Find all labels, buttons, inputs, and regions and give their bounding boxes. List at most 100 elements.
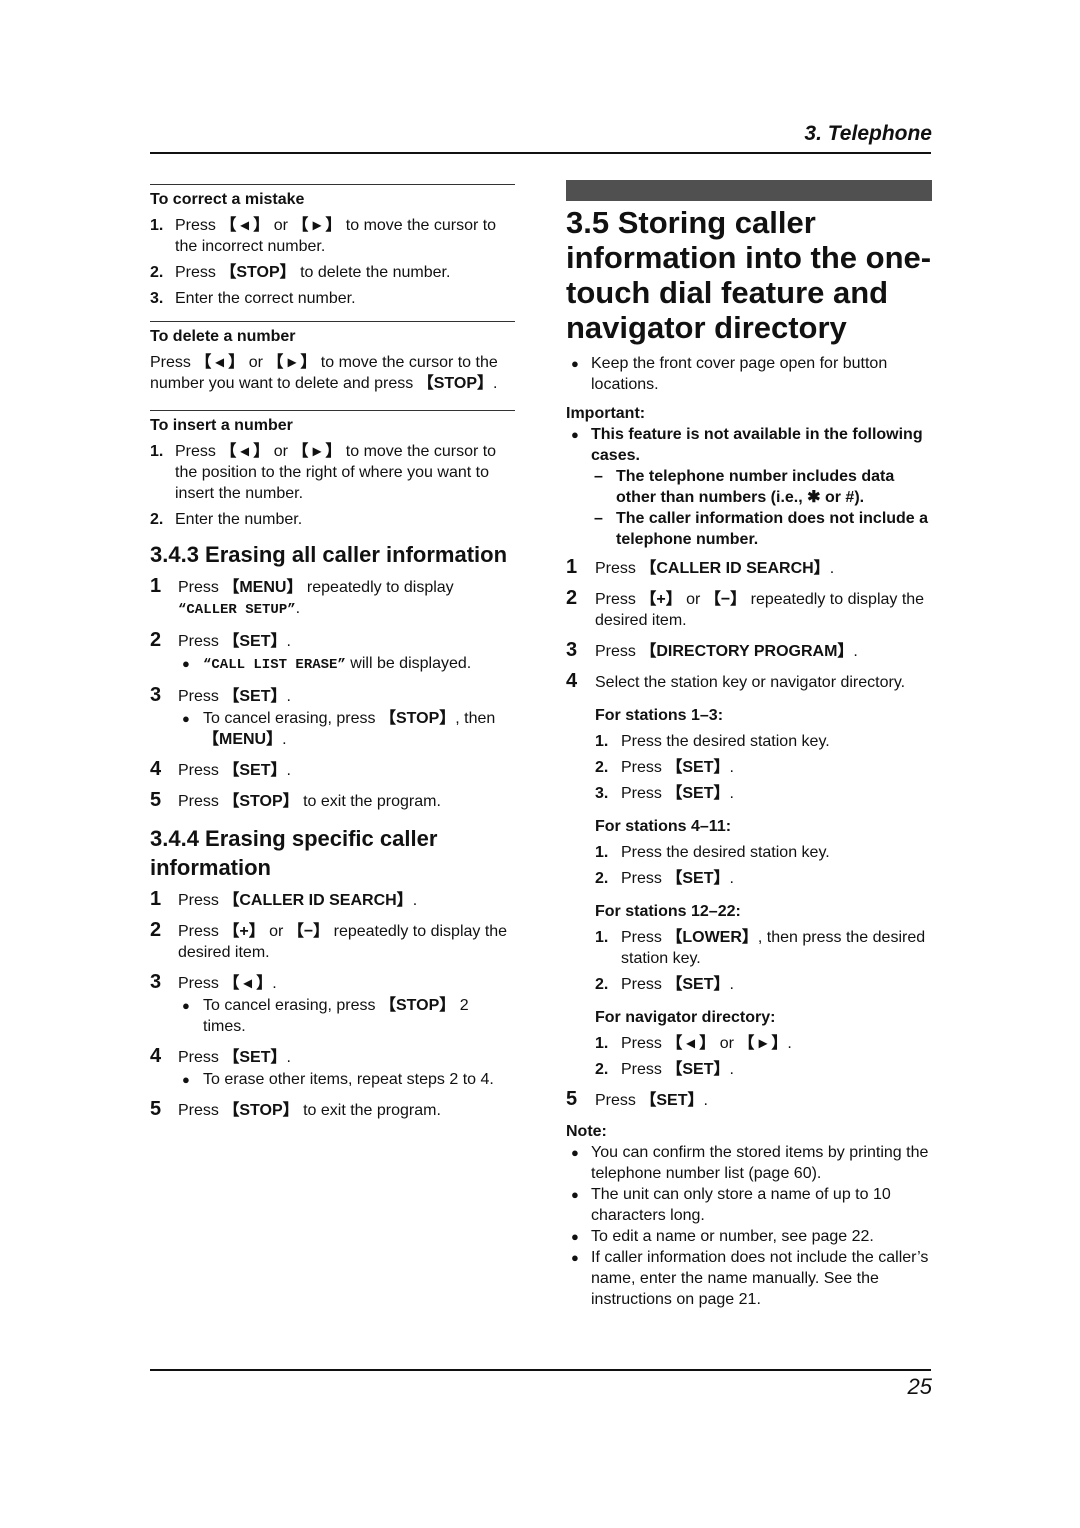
stop-key: 【STOP】 (223, 1102, 299, 1119)
left-arrow-key: 【 ◂ 】 (666, 1035, 716, 1052)
set-key: 【SET】 (666, 870, 730, 887)
stop-key: 【STOP】 (223, 793, 299, 810)
stop-key: 【STOP】 (379, 710, 456, 727)
section-bar (566, 180, 932, 201)
plus-key: 【+】 (223, 923, 265, 940)
step: 2 Press 【SET】. ● “CALL LIST ERASE” will be… (150, 630, 515, 676)
step: 4 Select the station key or navigator dir… (566, 671, 932, 1080)
divider (150, 321, 515, 322)
step: 1 Press 【MENU】 repeatedly to display “CAL… (150, 575, 454, 619)
bullet-icon: ● (571, 1250, 579, 1265)
display-text: “CALL LIST ERASE” (203, 657, 346, 673)
display-text: “CALLER SETUP” (178, 602, 296, 618)
caller-id-search-key: 【CALLER ID SEARCH】 (223, 892, 413, 909)
list-item: 2. Press 【SET】. (595, 759, 734, 776)
set-key: 【SET】 (223, 633, 287, 650)
step: 4 Press 【SET】. ● To erase other items, rep… (150, 1046, 515, 1090)
step: 5 Press 【SET】. (566, 1088, 708, 1110)
bullet-icon: ● (571, 1145, 579, 1160)
important-label: Important: (566, 405, 646, 422)
menu-key: 【MENU】 (203, 731, 283, 748)
set-key: 【SET】 (666, 759, 730, 776)
group-label: For stations 1–3: (595, 707, 724, 724)
left-column: To correct a mistake 1. Press 【 ◂ 】 or 【 … (150, 184, 515, 1131)
list-item: 1. Press 【 ◂ 】 or 【 ▸ 】 to move the curso… (150, 217, 497, 255)
group-label: For stations 12–22: (595, 903, 741, 920)
bullet-icon: ● (182, 656, 190, 671)
delete-paragraph: Press 【 ◂ 】 or 【 ▸ 】 to move the cursor … (150, 354, 498, 392)
right-arrow-key: 【 ▸ 】 (292, 217, 342, 234)
stop-key: 【STOP】 (417, 375, 493, 392)
list-item: 1. Press 【 ◂ 】 or 【 ▸ 】. (595, 1035, 792, 1052)
minus-key: 【−】 (704, 591, 747, 608)
bullet-item: ● To cancel erasing, press 【STOP】, then 【… (182, 710, 496, 748)
section-title-343: 3.4.3 Erasing all caller information (150, 542, 508, 567)
right-column: 3.5 Storing caller information into the … (566, 180, 932, 1310)
erase-specific-steps: 1 Press 【CALLER ID SEARCH】. 2 Press 【+】 or… (150, 888, 515, 1121)
step: 4 Press 【SET】. (150, 758, 291, 780)
step: 5 Press 【STOP】 to exit the program. (150, 789, 441, 811)
bullet-item: ● This feature is not available in the fo… (571, 426, 923, 464)
section-title-35: 3.5 Storing caller information into the … (566, 205, 932, 345)
right-arrow-key: 【 ▸ 】 (267, 354, 317, 371)
step: 3 Press 【SET】. ● To cancel erasing, press … (150, 685, 515, 750)
bullet-icon: ● (571, 1187, 579, 1202)
bullet-icon: ● (571, 1229, 579, 1244)
bullet-item: ● To erase other items, repeat steps 2 to… (182, 1071, 494, 1088)
list-item: 2. Press 【SET】. (595, 976, 734, 993)
directory-program-key: 【DIRECTORY PROGRAM】 (640, 643, 854, 660)
erase-all-steps: 1 Press 【MENU】 repeatedly to display “CAL… (150, 575, 515, 812)
right-arrow-key: 【 ▸ 】 (292, 443, 342, 460)
stop-key: 【STOP】 (379, 997, 456, 1014)
note-item: ● To edit a name or number, see page 22. (571, 1228, 874, 1245)
step: 1 Press 【CALLER ID SEARCH】. (150, 888, 418, 910)
left-arrow-key: 【 ◂ 】 (220, 443, 270, 460)
header-rule (150, 152, 931, 154)
chapter-header: 3. Telephone (804, 122, 932, 145)
set-key: 【SET】 (640, 1092, 704, 1109)
lower-key: 【LOWER】 (666, 929, 758, 946)
step: 2 Press 【+】 or 【−】 repeatedly to display … (150, 919, 508, 962)
step: 5 Press 【STOP】 to exit the program. (150, 1098, 441, 1120)
list-item: 3. Enter the correct number. (150, 290, 356, 307)
insert-steps: 1. Press 【 ◂ 】 or 【 ▸ 】 to move the curso… (150, 441, 515, 530)
right-arrow-key: 【 ▸ 】 (738, 1035, 788, 1052)
bullet-item: ● Keep the front cover page open for butt… (571, 355, 888, 393)
dash-item: – The telephone number includes data othe… (594, 468, 895, 506)
left-arrow-key: 【 ◂ 】 (220, 217, 270, 234)
manual-page: 3. Telephone To correct a mistake 1. Pres… (0, 0, 1080, 1528)
subheading-insert: To insert a number (150, 417, 293, 434)
group-label: For stations 4–11: (595, 818, 732, 835)
page-number: 25 (907, 1374, 932, 1399)
bullet-item: ● To cancel erasing, press 【STOP】 2 times… (182, 997, 469, 1035)
note-item: ● If caller information does not include … (571, 1249, 929, 1308)
list-item: 2. Press 【SET】. (595, 1061, 734, 1078)
step: 2 Press 【+】 or 【−】 repeatedly to display … (566, 587, 925, 630)
section-title-344: 3.4.4 Erasing specific caller informatio… (150, 826, 438, 880)
stop-key: 【STOP】 (220, 264, 296, 281)
step: 1 Press 【CALLER ID SEARCH】. (566, 556, 835, 578)
plus-key: 【+】 (640, 591, 682, 608)
list-item: 1. Press the desired station key. (595, 844, 830, 861)
left-arrow-key: 【 ◂ 】 (223, 975, 273, 992)
subheading-correct: To correct a mistake (150, 191, 305, 208)
bullet-icon: ● (571, 356, 579, 371)
set-key: 【SET】 (666, 785, 730, 802)
note-item: ● The unit can only store a name of up to… (571, 1186, 891, 1224)
divider (150, 184, 515, 185)
step: 3 Press 【 ◂ 】. ● To cancel erasing, press … (150, 972, 515, 1037)
station-groups: For stations 1–3: 1. Press the desired st… (595, 705, 932, 1080)
list-item: 2. Press 【STOP】 to delete the number. (150, 264, 451, 281)
minus-key: 【−】 (287, 923, 330, 940)
list-item: 1. Press 【LOWER】, then press the desired … (595, 929, 926, 967)
note-label: Note: (566, 1123, 607, 1140)
footer-rule (150, 1369, 931, 1371)
group-label: For navigator directory: (595, 1009, 776, 1026)
note-item: ● You can confirm the stored items by pri… (571, 1144, 929, 1182)
menu-key: 【MENU】 (223, 579, 303, 596)
left-arrow-key: 【 ◂ 】 (195, 354, 245, 371)
bullet-item: ● “CALL LIST ERASE” will be displayed. (182, 655, 472, 673)
list-item: 1. Press 【 ◂ 】 or 【 ▸ 】 to move the curso… (150, 443, 497, 502)
list-item: 2. Enter the number. (150, 511, 303, 528)
correct-steps: 1. Press 【 ◂ 】 or 【 ▸ 】 to move the curso… (150, 215, 515, 309)
